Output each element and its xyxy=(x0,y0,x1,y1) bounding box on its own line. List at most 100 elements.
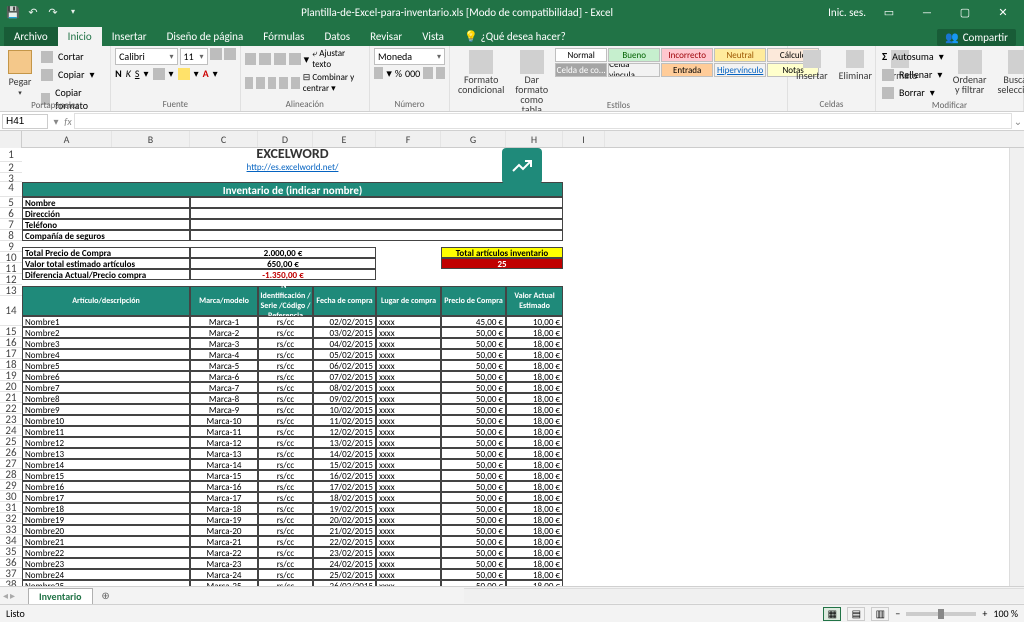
row-header[interactable]: 4 xyxy=(0,182,22,197)
table-header[interactable]: Valor Actual Estimado xyxy=(506,286,563,316)
cell[interactable]: xxxx xyxy=(376,514,441,525)
cell[interactable]: xxxx xyxy=(376,426,441,437)
sign-in-link[interactable]: Inic. ses. xyxy=(828,6,866,19)
minimize-button[interactable]: — xyxy=(912,0,942,24)
cell[interactable]: 50,00 € xyxy=(441,448,506,459)
cell[interactable]: 10/02/2015 xyxy=(313,404,376,415)
style-entrada[interactable]: Entrada xyxy=(661,63,713,77)
cell[interactable]: xxxx xyxy=(376,481,441,492)
style-neutral[interactable]: Neutral xyxy=(714,48,766,62)
cell[interactable]: Marca-4 xyxy=(190,349,258,360)
cell[interactable]: Marca-6 xyxy=(190,371,258,382)
column-header[interactable]: F xyxy=(376,131,441,147)
cell[interactable]: Marca-5 xyxy=(190,360,258,371)
cell[interactable]: rs/cc xyxy=(258,470,313,481)
bold-button[interactable]: N xyxy=(115,67,122,80)
cell[interactable]: xxxx xyxy=(376,360,441,371)
cell[interactable]: Nombre24 xyxy=(22,569,190,580)
cell[interactable]: Marca-13 xyxy=(190,448,258,459)
cell[interactable]: rs/cc xyxy=(258,514,313,525)
cell[interactable]: 23/02/2015 xyxy=(313,547,376,558)
cell[interactable] xyxy=(190,197,563,208)
cell[interactable]: 50,00 € xyxy=(441,558,506,569)
cell[interactable]: Compañía de seguros xyxy=(22,230,190,241)
cell[interactable]: Marca-23 xyxy=(190,558,258,569)
zoom-label[interactable]: 100 % xyxy=(993,607,1018,620)
cell[interactable]: Nombre19 xyxy=(22,514,190,525)
table-header[interactable]: Precio de Compra xyxy=(441,286,506,316)
column-header[interactable]: G xyxy=(441,131,506,147)
cell[interactable]: 18,00 € xyxy=(506,514,563,525)
number-format-combo[interactable]: Moneda xyxy=(374,48,445,65)
cell[interactable]: Nombre5 xyxy=(22,360,190,371)
cell[interactable]: 25 xyxy=(441,258,563,269)
column-header[interactable]: E xyxy=(313,131,376,147)
cell[interactable]: 18,00 € xyxy=(506,393,563,404)
cell[interactable]: Nombre10 xyxy=(22,415,190,426)
cell[interactable]: xxxx xyxy=(376,382,441,393)
font-color-icon[interactable]: A xyxy=(203,67,209,80)
cell[interactable]: 50,00 € xyxy=(441,525,506,536)
table-header[interactable]: Fecha de compra xyxy=(313,286,376,316)
cell[interactable]: 10,00 € xyxy=(506,316,563,327)
add-sheet-button[interactable]: ⊕ xyxy=(97,587,115,605)
outdent-icon[interactable] xyxy=(279,77,288,89)
cell[interactable]: Nombre15 xyxy=(22,470,190,481)
cell[interactable]: 50,00 € xyxy=(441,360,506,371)
cell[interactable]: xxxx xyxy=(376,404,441,415)
cell[interactable]: 18,00 € xyxy=(506,558,563,569)
cell[interactable]: Marca-19 xyxy=(190,514,258,525)
cell[interactable]: 18,00 € xyxy=(506,360,563,371)
cell[interactable]: Marca-15 xyxy=(190,470,258,481)
cell[interactable]: 18,00 € xyxy=(506,327,563,338)
delete-cells-button[interactable]: Eliminar xyxy=(835,48,876,84)
cell[interactable]: Marca-2 xyxy=(190,327,258,338)
cell[interactable]: 50,00 € xyxy=(441,503,506,514)
table-header[interactable]: Artículo/descripción xyxy=(22,286,190,316)
cell[interactable]: 50,00 € xyxy=(441,382,506,393)
cell[interactable] xyxy=(376,247,441,258)
cell[interactable]: 18,00 € xyxy=(506,338,563,349)
cell[interactable]: xxxx xyxy=(376,327,441,338)
cell[interactable]: 22/02/2015 xyxy=(313,536,376,547)
tell-me[interactable]: 💡 ¿Qué desea hacer? xyxy=(454,27,576,46)
cell[interactable]: xxxx xyxy=(376,415,441,426)
cell[interactable]: xxxx xyxy=(376,547,441,558)
cell[interactable]: 18,00 € xyxy=(506,569,563,580)
view-break-icon[interactable]: ▥ xyxy=(871,607,889,621)
cell[interactable]: Nombre17 xyxy=(22,492,190,503)
cell[interactable]: rs/cc xyxy=(258,547,313,558)
style-incorrecto[interactable]: Incorrecto xyxy=(661,48,713,62)
namebox-dropdown-icon[interactable]: ▾ xyxy=(50,115,62,128)
autosum-button[interactable]: Σ Autosuma ▾ xyxy=(880,48,946,65)
cell[interactable]: Marca-18 xyxy=(190,503,258,514)
cell[interactable]: 18,00 € xyxy=(506,426,563,437)
cell[interactable]: 17/02/2015 xyxy=(313,481,376,492)
align-bottom-icon[interactable] xyxy=(274,53,286,65)
italic-button[interactable]: K xyxy=(126,67,131,80)
redo-icon[interactable]: ↷ xyxy=(46,5,60,19)
cell[interactable]: Marca-8 xyxy=(190,393,258,404)
cell[interactable]: 18,00 € xyxy=(506,525,563,536)
cell[interactable]: 24/02/2015 xyxy=(313,558,376,569)
border-icon[interactable] xyxy=(153,68,165,80)
cell[interactable]: 18,00 € xyxy=(506,547,563,558)
cell[interactable]: Marca-9 xyxy=(190,404,258,415)
cell[interactable]: 50,00 € xyxy=(441,536,506,547)
undo-icon[interactable]: ↶ xyxy=(26,5,40,19)
cell[interactable]: 04/02/2015 xyxy=(313,338,376,349)
cell[interactable]: Marca-17 xyxy=(190,492,258,503)
cell[interactable]: 50,00 € xyxy=(441,349,506,360)
cell[interactable]: rs/cc xyxy=(258,382,313,393)
cell[interactable]: rs/cc xyxy=(258,415,313,426)
zoom-slider[interactable] xyxy=(906,612,976,616)
cell[interactable]: rs/cc xyxy=(258,459,313,470)
percent-icon[interactable]: % xyxy=(395,67,402,80)
column-header[interactable]: C xyxy=(190,131,258,147)
worksheet-area[interactable]: ABCDEFGHI 123456789101112131415161718192… xyxy=(0,131,1024,586)
sort-filter-button[interactable]: Ordenar y filtrar xyxy=(949,48,991,97)
cell[interactable] xyxy=(190,230,563,241)
underline-button[interactable]: S xyxy=(135,67,140,80)
insert-cells-button[interactable]: Insertar xyxy=(792,48,832,84)
column-header[interactable]: B xyxy=(112,131,190,147)
